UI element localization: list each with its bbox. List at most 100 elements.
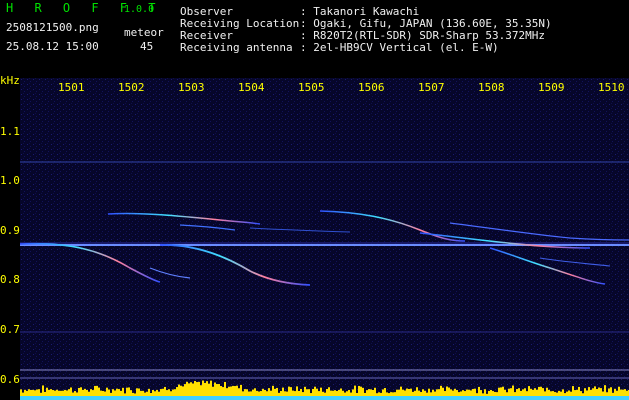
- level-bar-base: [432, 396, 434, 400]
- level-bar-base: [574, 396, 576, 400]
- level-bar-base: [616, 396, 618, 400]
- level-bar-base: [554, 396, 556, 400]
- level-bar-base: [516, 396, 518, 400]
- level-bar-base: [596, 396, 598, 400]
- level-bar-base: [492, 396, 494, 400]
- level-bar-base: [534, 396, 536, 400]
- level-bar-base: [100, 396, 102, 400]
- level-bar-base: [344, 396, 346, 400]
- level-bar-base: [180, 396, 182, 400]
- level-bar-base: [96, 396, 98, 400]
- level-bar-base: [434, 396, 436, 400]
- level-bar-base: [370, 396, 372, 400]
- level-bar-base: [150, 396, 152, 400]
- level-bar-base: [514, 396, 516, 400]
- level-bar-base: [612, 396, 614, 400]
- level-bar-base: [358, 396, 360, 400]
- level-bar-base: [192, 396, 194, 400]
- level-bar-base: [442, 396, 444, 400]
- level-bar-base: [452, 396, 454, 400]
- level-bar-base: [438, 396, 440, 400]
- level-bar-base: [330, 396, 332, 400]
- level-bar-base: [236, 396, 238, 400]
- level-bar-base: [222, 396, 224, 400]
- level-bar-base: [246, 396, 248, 400]
- level-bar-base: [228, 396, 230, 400]
- level-bar-base: [142, 396, 144, 400]
- level-bar-base: [394, 396, 396, 400]
- level-bar-base: [338, 396, 340, 400]
- level-bar-base: [110, 396, 112, 400]
- level-bar-base: [336, 396, 338, 400]
- x-tick-label: 1504: [238, 81, 265, 94]
- level-bar-base: [532, 396, 534, 400]
- level-bar-base: [388, 396, 390, 400]
- level-bar-base: [280, 396, 282, 400]
- level-bar-base: [26, 396, 28, 400]
- level-bar-base: [552, 396, 554, 400]
- level-bar-base: [402, 396, 404, 400]
- level-bar-base: [136, 396, 138, 400]
- x-tick-label: 1505: [298, 81, 325, 94]
- level-bar-base: [94, 396, 96, 400]
- level-bar-base: [156, 396, 158, 400]
- level-bar-base: [40, 396, 42, 400]
- level-bar-base: [268, 396, 270, 400]
- level-bar-base: [320, 396, 322, 400]
- level-bar-base: [194, 396, 196, 400]
- level-bar-base: [258, 396, 260, 400]
- level-bar-base: [518, 396, 520, 400]
- level-bar-base: [326, 396, 328, 400]
- level-bar-base: [22, 396, 24, 400]
- level-bar-base: [238, 396, 240, 400]
- level-bar-base: [374, 396, 376, 400]
- spectrogram-panel: [20, 78, 629, 400]
- y-axis-unit: kHz: [0, 74, 20, 87]
- level-bar-base: [206, 396, 208, 400]
- level-bar-base: [566, 396, 568, 400]
- level-bar-base: [226, 396, 228, 400]
- receiver-key: Receiver: [180, 29, 233, 42]
- level-bar-base: [58, 396, 60, 400]
- level-bar-base: [382, 396, 384, 400]
- level-bar-base: [520, 396, 522, 400]
- level-bar-base: [178, 396, 180, 400]
- level-bar-base: [64, 396, 66, 400]
- level-bar-base: [366, 396, 368, 400]
- level-bar-base: [242, 396, 244, 400]
- level-bar-base: [74, 396, 76, 400]
- level-bar-base: [384, 396, 386, 400]
- level-bar-base: [378, 396, 380, 400]
- level-bar-base: [286, 396, 288, 400]
- level-bar-base: [46, 396, 48, 400]
- x-tick-label: 1501: [58, 81, 85, 94]
- level-bar-base: [584, 396, 586, 400]
- level-bar-base: [422, 396, 424, 400]
- level-bar-base: [82, 396, 84, 400]
- x-tick-label: 1510: [598, 81, 625, 94]
- level-bar-base: [512, 396, 514, 400]
- level-bar-base: [556, 396, 558, 400]
- level-bar-base: [446, 396, 448, 400]
- level-bar-base: [188, 396, 190, 400]
- level-bar-base: [590, 396, 592, 400]
- level-bar-base: [160, 396, 162, 400]
- level-bar-base: [414, 396, 416, 400]
- level-bar-base: [184, 396, 186, 400]
- level-bar-base: [80, 396, 82, 400]
- app-version: 1.0.0: [124, 4, 155, 15]
- level-bar-base: [90, 396, 92, 400]
- level-bar-base: [416, 396, 418, 400]
- level-bar-base: [218, 396, 220, 400]
- level-bar-base: [536, 396, 538, 400]
- antenna-key: Receiving antenna: [180, 41, 293, 54]
- level-bar-base: [576, 396, 578, 400]
- level-bar-base: [356, 396, 358, 400]
- x-tick-label: 1502: [118, 81, 145, 94]
- level-bar-base: [364, 396, 366, 400]
- level-bar-base: [550, 396, 552, 400]
- level-bar-base: [214, 396, 216, 400]
- level-bar-base: [76, 396, 78, 400]
- level-bar-base: [604, 396, 606, 400]
- level-bar-base: [164, 396, 166, 400]
